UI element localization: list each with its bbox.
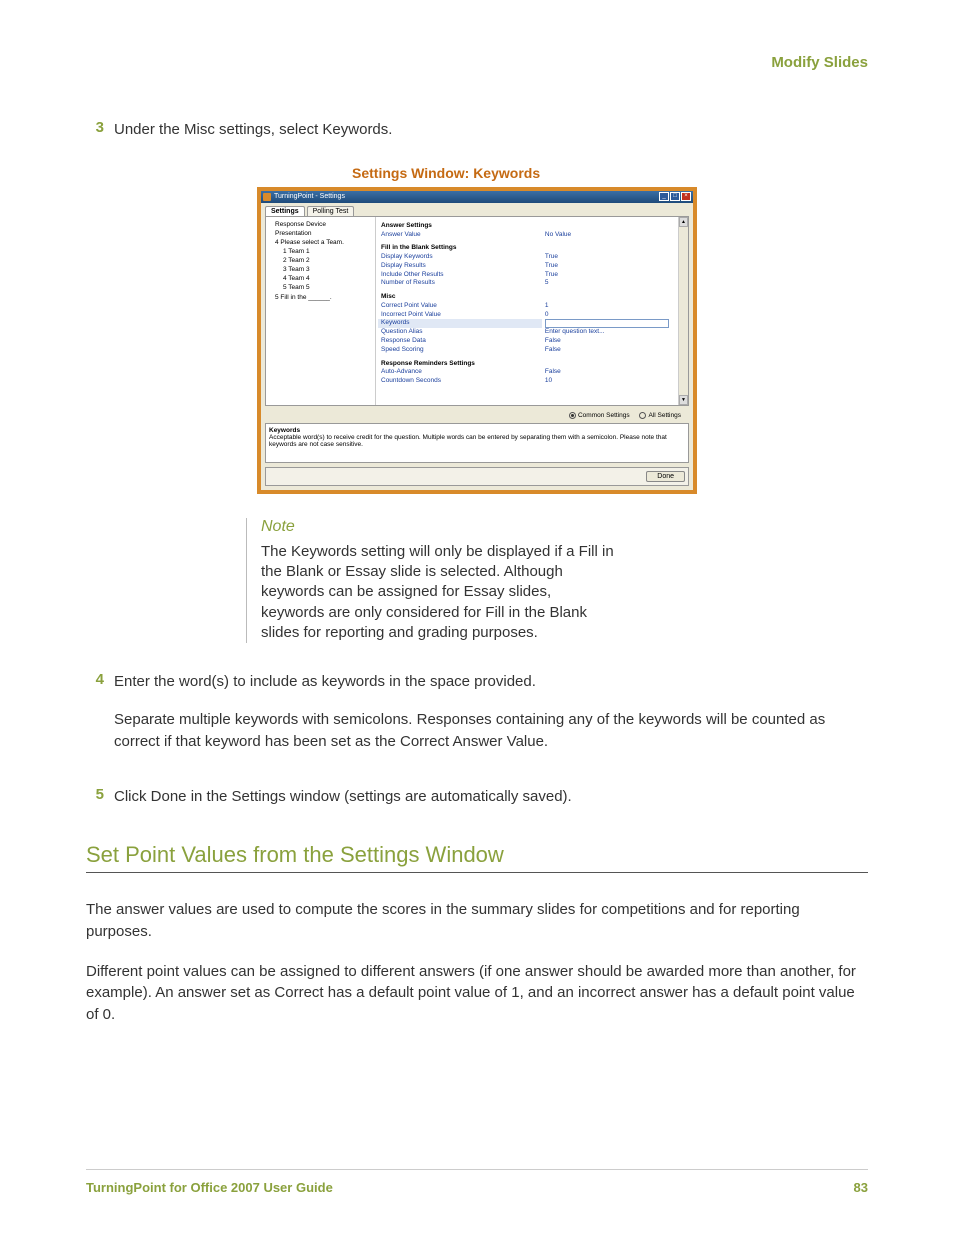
grid-value: True <box>542 262 676 271</box>
tree-item[interactable]: Response Device <box>269 220 372 229</box>
desc-title: Keywords <box>269 427 685 434</box>
step-3: 3 Under the Misc settings, select Keywor… <box>86 119 868 141</box>
figure-caption: Settings Window: Keywords <box>86 165 868 181</box>
footer-page-number: 83 <box>854 1180 868 1195</box>
grid-value: 0 <box>542 311 676 320</box>
step-text: Under the Misc settings, select Keywords… <box>114 119 868 141</box>
tab-settings[interactable]: Settings <box>265 206 305 216</box>
tree-item[interactable]: 2 Team 2 <box>269 256 372 265</box>
grid-value: False <box>542 368 676 377</box>
grid-key[interactable]: Auto-Advance <box>378 368 542 377</box>
tab-polling-test[interactable]: Polling Test <box>307 206 355 216</box>
window-title: TurningPoint - Settings <box>274 193 345 200</box>
step-number: 4 <box>86 671 114 768</box>
grid-key[interactable]: Question Alias <box>378 328 542 337</box>
step-4: 4 Enter the word(s) to include as keywor… <box>86 671 868 768</box>
step-text-secra: Separate multiple keywords with semicolo… <box>114 709 868 753</box>
window-titlebar: TurningPoint - Settings _ □ × <box>261 191 693 203</box>
grid-key[interactable]: Display Keywords <box>378 253 542 262</box>
grid-header: Misc <box>378 293 542 302</box>
footer-doc-title: TurningPoint for Office 2007 User Guide <box>86 1180 333 1195</box>
maximize-icon[interactable]: □ <box>670 192 680 201</box>
grid-key[interactable]: Number of Results <box>378 279 542 288</box>
grid-key[interactable]: Answer Value <box>378 231 542 240</box>
grid-header: Fill in the Blank Settings <box>378 244 542 253</box>
step-text: Click Done in the Settings window (setti… <box>114 786 868 808</box>
tree-item[interactable]: Presentation <box>269 229 372 238</box>
note-title: Note <box>261 518 616 536</box>
step-number: 5 <box>86 786 114 808</box>
grid-value: Enter question text... <box>542 328 676 337</box>
done-button[interactable]: Done <box>646 471 685 482</box>
setting-description-panel: Keywords Acceptable word(s) to receive c… <box>265 423 689 463</box>
scrollbar[interactable]: ▲ ▼ <box>678 217 688 405</box>
page-footer: TurningPoint for Office 2007 User Guide … <box>86 1169 868 1195</box>
minimize-icon[interactable]: _ <box>659 192 669 201</box>
grid-key[interactable]: Response Data <box>378 337 542 346</box>
grid-value: 10 <box>542 377 676 386</box>
grid-key[interactable]: Display Results <box>378 262 542 271</box>
grid-key[interactable]: Speed Scoring <box>378 346 542 355</box>
grid-key[interactable]: Correct Point Value <box>378 302 542 311</box>
tree-item[interactable]: 3 Team 3 <box>269 265 372 274</box>
settings-window-screenshot: TurningPoint - Settings _ □ × Settings P… <box>257 187 697 494</box>
radio-common-settings[interactable]: Common Settings <box>569 412 630 419</box>
grid-key[interactable]: Countdown Seconds <box>378 377 542 386</box>
tree-item[interactable]: 1 Team 1 <box>269 247 372 256</box>
settings-grid: Answer Settings Answer ValueNo Value Fil… <box>376 217 688 405</box>
radio-all-settings[interactable]: All Settings <box>639 412 681 419</box>
grid-value: True <box>542 253 676 262</box>
step-number: 3 <box>86 119 114 141</box>
grid-key-keywords[interactable]: Keywords <box>378 319 542 328</box>
grid-header: Answer Settings <box>378 222 542 231</box>
body-paragraph: Different point values can be assigned t… <box>86 961 868 1026</box>
page-section-header: Modify Slides <box>86 54 868 71</box>
grid-value: 5 <box>542 279 676 288</box>
step-5: 5 Click Done in the Settings window (set… <box>86 786 868 808</box>
tree-item[interactable]: 5 Fill in the ______. <box>269 293 372 302</box>
grid-value: False <box>542 346 676 355</box>
body-paragraph: The answer values are used to compute th… <box>86 899 868 943</box>
scroll-down-icon[interactable]: ▼ <box>679 395 688 405</box>
grid-value: True <box>542 271 676 280</box>
section-rule <box>86 872 868 873</box>
desc-body: Acceptable word(s) to receive credit for… <box>269 434 685 448</box>
tree-item[interactable]: 5 Team 5 <box>269 283 372 292</box>
grid-value: No Value <box>542 231 676 240</box>
note-block: Note The Keywords setting will only be d… <box>246 518 616 643</box>
keywords-input[interactable] <box>545 319 670 328</box>
step-text: Enter the word(s) to include as keywords… <box>114 671 868 693</box>
tree-item[interactable]: 4 Team 4 <box>269 274 372 283</box>
tree-item[interactable]: 4 Please select a Team. <box>269 238 372 247</box>
grid-value: 1 <box>542 302 676 311</box>
grid-key[interactable]: Include Other Results <box>378 271 542 280</box>
grid-header: Response Reminders Settings <box>378 360 542 369</box>
settings-scope-radios: Common Settings All Settings <box>265 410 689 421</box>
grid-key[interactable]: Incorrect Point Value <box>378 311 542 320</box>
settings-tree: Response Device Presentation 4 Please se… <box>266 217 376 405</box>
close-icon[interactable]: × <box>681 192 691 201</box>
scroll-up-icon[interactable]: ▲ <box>679 217 688 227</box>
app-icon <box>263 193 271 201</box>
section-title: Set Point Values from the Settings Windo… <box>86 842 868 868</box>
note-body: The Keywords setting will only be displa… <box>261 542 616 643</box>
grid-value: False <box>542 337 676 346</box>
